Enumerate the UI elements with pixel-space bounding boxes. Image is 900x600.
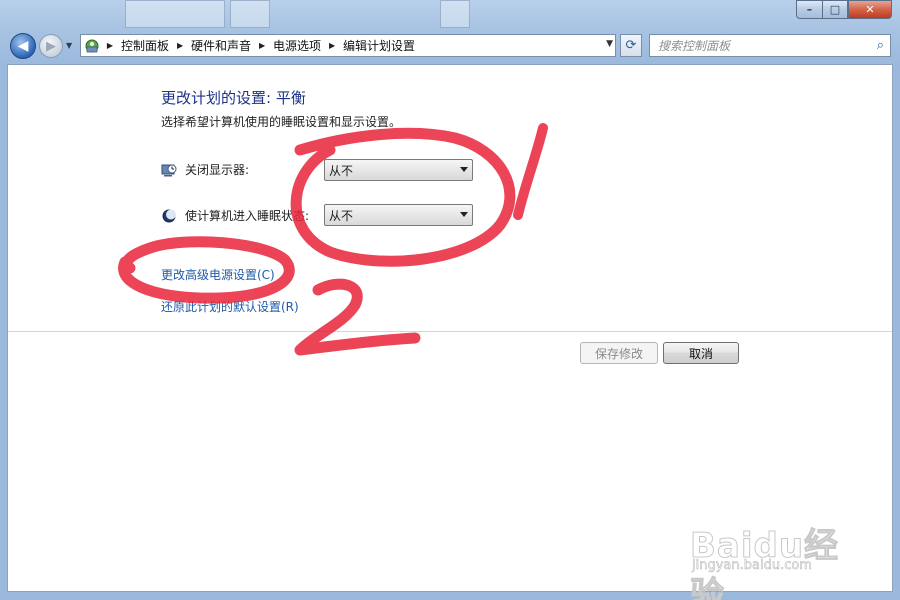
cancel-button[interactable]: 取消 [663,342,739,364]
recent-pages-dropdown[interactable]: ▼ [66,41,72,50]
save-changes-button[interactable]: 保存修改 [580,342,658,364]
page-subtitle: 选择希望计算机使用的睡眠设置和显示设置。 [161,115,402,129]
breadcrumb-separator: ▶ [106,41,114,50]
caption-buttons: – □ ✕ [796,0,892,19]
forward-button[interactable]: ▶ [39,34,63,58]
window-frame: – □ ✕ ◀ ▶ ▼ ▶ 控制面板 ▶ 硬件和声音 ▶ 电源选项 ▶ 编辑计划… [0,0,900,600]
navigation-bar: ◀ ▶ ▼ ▶ 控制面板 ▶ 硬件和声音 ▶ 电源选项 ▶ 编辑计划设置 ▼ ⟳ [0,28,900,64]
back-button[interactable]: ◀ [10,33,36,59]
sleep-label: 使计算机进入睡眠状态: [185,209,310,223]
breadcrumb-control-panel[interactable]: 控制面板 [117,37,173,54]
breadcrumb-separator: ▶ [328,41,336,50]
address-dropdown-icon[interactable]: ▼ [606,39,613,49]
breadcrumb-hardware-sound[interactable]: 硬件和声音 [187,37,255,54]
search-icon[interactable]: ⌕ [877,38,884,53]
breadcrumb-separator: ▶ [176,41,184,50]
chevron-down-icon [460,167,468,172]
display-power-icon [161,162,177,178]
search-box: ⌕ [649,34,891,57]
close-button[interactable]: ✕ [848,0,892,19]
watermark-url: jingyan.baidu.com [692,558,812,574]
sleep-moon-icon [161,208,177,224]
display-off-label: 关闭显示器: [185,163,250,177]
restore-defaults-link[interactable]: 还原此计划的默认设置(R) [161,298,299,315]
chevron-down-icon [460,212,468,217]
taskbar-ghost [230,0,270,28]
search-input[interactable] [658,38,858,53]
sleep-select[interactable]: 从不 [324,204,473,226]
control-panel-icon [81,38,103,54]
sleep-row: 使计算机进入睡眠状态: [161,207,325,224]
maximize-button[interactable]: □ [822,0,848,19]
refresh-button[interactable]: ⟳ [620,34,642,57]
taskbar-ghost [125,0,225,28]
breadcrumb-separator: ▶ [258,41,266,50]
display-off-select[interactable]: 从不 [324,159,473,181]
breadcrumb-power-options[interactable]: 电源选项 [269,37,325,54]
sleep-value: 从不 [329,208,354,223]
breadcrumb-edit-plan[interactable]: 编辑计划设置 [339,37,419,54]
divider [8,331,892,332]
taskbar-ghost [440,0,470,28]
page-title: 更改计划的设置: 平衡 [161,89,306,107]
baidu-watermark: Baidu经验 jingyan.baidu.com [690,500,860,600]
display-off-row: 关闭显示器: [161,161,325,178]
display-off-value: 从不 [329,163,354,178]
advanced-power-settings-link[interactable]: 更改高级电源设置(C) [161,266,275,283]
address-bar[interactable]: ▶ 控制面板 ▶ 硬件和声音 ▶ 电源选项 ▶ 编辑计划设置 ▼ [80,34,616,57]
minimize-button[interactable]: – [796,0,822,19]
